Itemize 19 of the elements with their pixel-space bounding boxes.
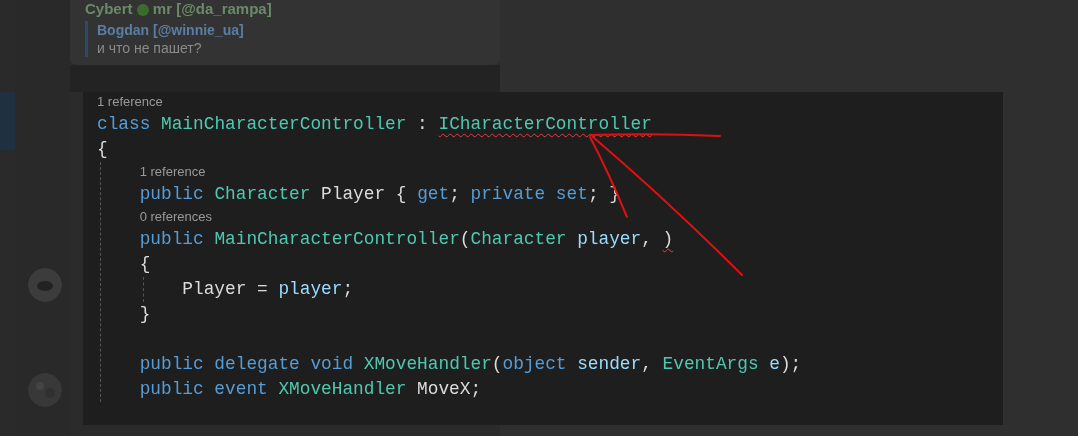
quote-text: и что не пашет? — [97, 40, 202, 56]
code-line: public delegate void XMoveHandler(object sender, EventArgs e); — [139, 353, 802, 376]
code-line: Player = player; — [182, 278, 354, 301]
reply-quote[interactable]: Bogdan [@winnie_ua] и что не пашет? — [85, 21, 485, 57]
code-line: public event XMoveHandler MoveX; — [139, 378, 482, 401]
code-line: { — [139, 253, 151, 276]
reference-count[interactable]: 1 reference — [139, 162, 206, 182]
reference-count[interactable]: 0 references — [139, 207, 212, 227]
avatar — [28, 268, 62, 302]
code-line: } — [139, 303, 151, 326]
status-dot-icon — [136, 4, 149, 17]
quote-author: Bogdan [@winnie_ua] — [97, 22, 244, 38]
sender-handle[interactable]: mr [@da_rampa] — [152, 0, 272, 17]
code-line: class MainCharacterController : ICharacterController — [97, 113, 652, 136]
code-line: public MainCharacterController(Character player, ) — [139, 228, 674, 251]
sender-name[interactable]: Cybert — [85, 0, 133, 17]
avatar — [28, 373, 62, 407]
reference-count[interactable]: 1 reference — [97, 92, 163, 112]
code-line: { — [97, 138, 108, 161]
